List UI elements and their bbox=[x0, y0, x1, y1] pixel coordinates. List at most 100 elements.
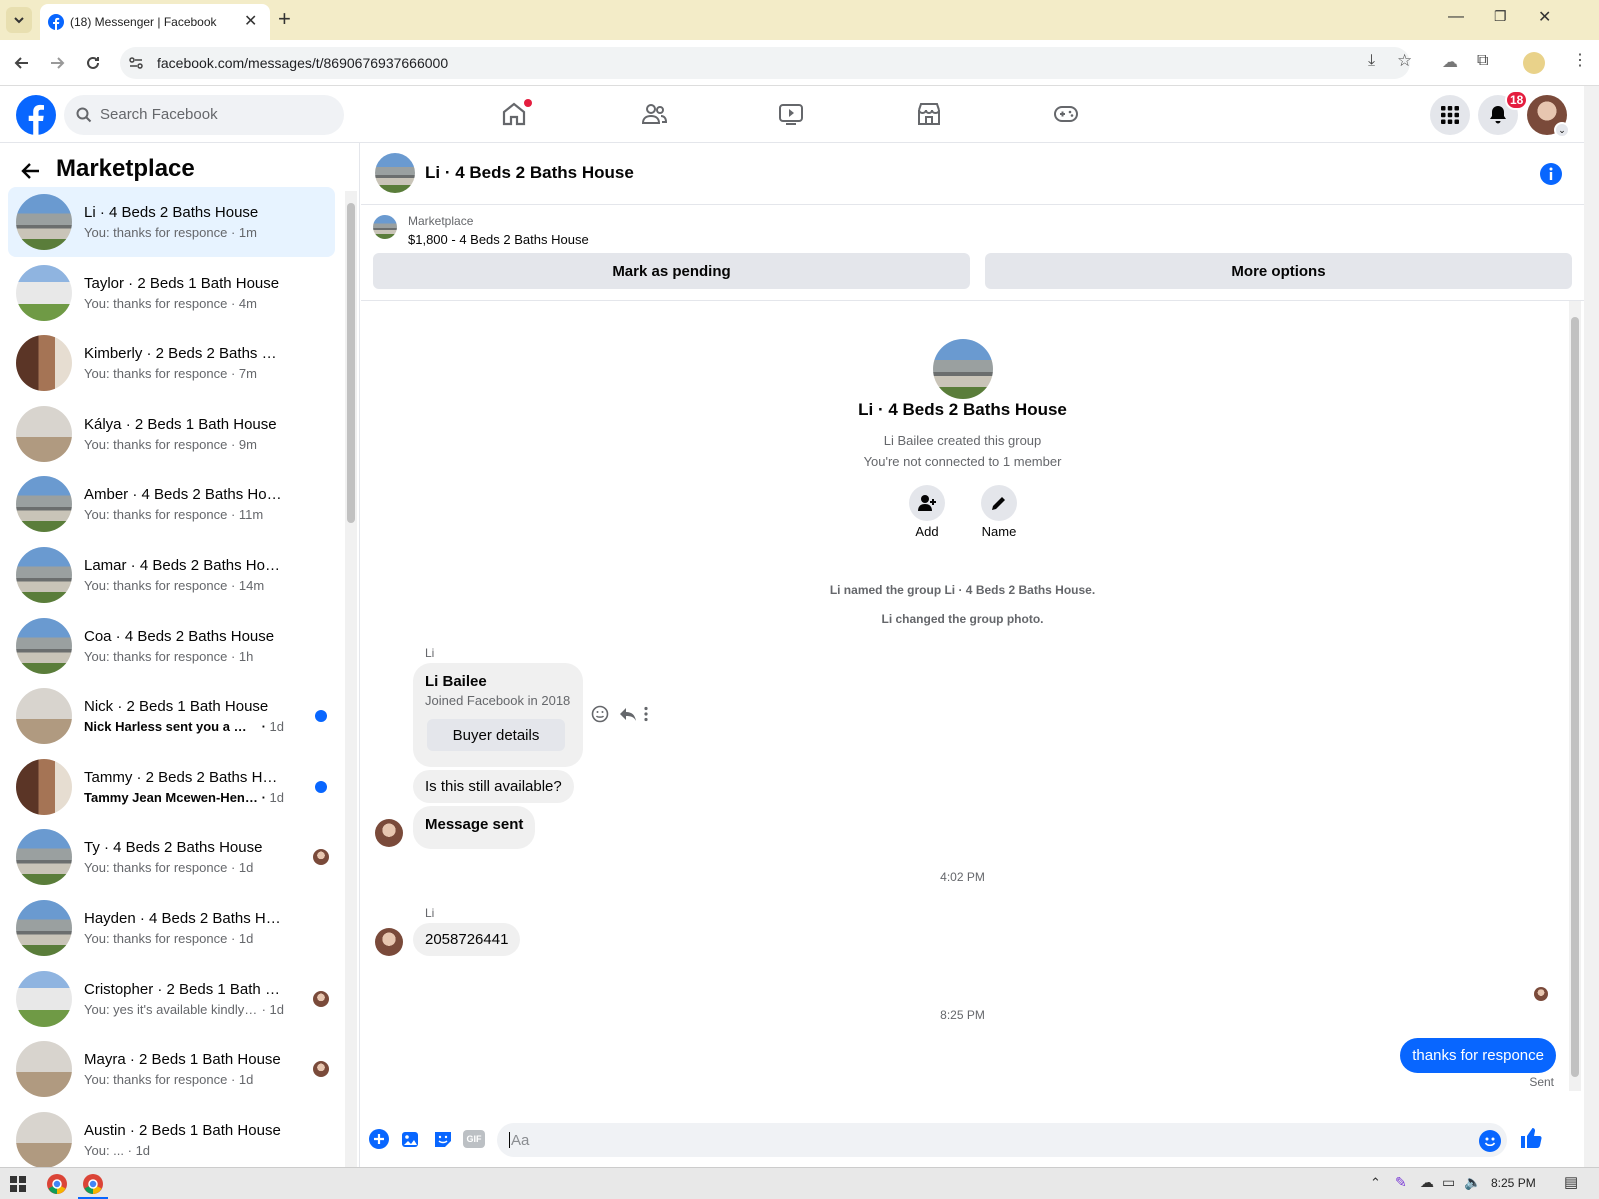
group-avatar[interactable] bbox=[933, 339, 993, 399]
conversation-item[interactable]: Lamar · 4 Beds 2 Baths House You: thanks … bbox=[8, 540, 335, 610]
conversation-item[interactable]: Coa · 4 Beds 2 Baths House You: thanks fo… bbox=[8, 611, 335, 681]
facebook-logo-icon[interactable] bbox=[16, 95, 56, 135]
conversation-item[interactable]: Tammy · 2 Beds 2 Baths House Tammy Jean M… bbox=[8, 752, 335, 822]
facebook-favicon-icon bbox=[48, 14, 64, 30]
list-scrollbar[interactable] bbox=[345, 191, 357, 1167]
tray-volume-icon[interactable]: 🔈 bbox=[1464, 1174, 1481, 1191]
chat-title[interactable]: Li · 4 Beds 2 Baths House bbox=[425, 163, 634, 183]
restore-button[interactable]: ❐ bbox=[1494, 8, 1507, 25]
conversation-item[interactable]: Kályа · 2 Beds 1 Bath House You: thanks f… bbox=[8, 399, 335, 469]
minimize-button[interactable]: — bbox=[1448, 8, 1464, 26]
message-input[interactable]: Aa bbox=[497, 1123, 1507, 1157]
mark-as-pending-button[interactable]: Mark as pending bbox=[373, 253, 970, 289]
thread-scrollbar[interactable] bbox=[1569, 301, 1581, 1091]
conversation-item[interactable]: Mayra · 2 Beds 1 Bath House You: thanks f… bbox=[8, 1034, 335, 1104]
nav-home[interactable] bbox=[500, 99, 532, 130]
chrome-taskbar-icon[interactable] bbox=[47, 1174, 67, 1194]
reply-icon[interactable] bbox=[619, 705, 637, 723]
more-options-button[interactable]: More options bbox=[985, 253, 1572, 289]
name-group-button[interactable] bbox=[981, 485, 1017, 521]
my-message-bubble[interactable]: thanks for responce bbox=[1400, 1038, 1556, 1073]
listing-thumbnail-image bbox=[16, 194, 72, 250]
system-message-rename: Li named the group Li · 4 Beds 2 Baths H… bbox=[829, 583, 1096, 597]
video-icon[interactable] bbox=[777, 100, 805, 128]
conversation-item[interactable]: Hayden · 4 Beds 2 Baths House You: thanks… bbox=[8, 893, 335, 963]
back-arrow-icon[interactable] bbox=[20, 160, 42, 182]
conversation-item[interactable]: Taylor · 2 Beds 1 Bath House You: thanks … bbox=[8, 258, 335, 328]
chrome-taskbar-icon-2[interactable] bbox=[83, 1174, 103, 1194]
friends-icon[interactable] bbox=[640, 100, 668, 128]
conversation-item[interactable]: Nick · 2 Beds 1 Bath House Nick Harless s… bbox=[8, 681, 335, 751]
add-person-icon bbox=[918, 495, 936, 511]
extensions-puzzle-icon[interactable]: ⧉ bbox=[1477, 52, 1488, 70]
listing-title[interactable]: $1,800 - 4 Beds 2 Baths House bbox=[408, 232, 589, 247]
browser-menu-icon[interactable]: ⋮ bbox=[1572, 50, 1588, 70]
profile-icon[interactable] bbox=[1523, 52, 1545, 74]
listing-bar: Marketplace $1,800 - 4 Beds 2 Baths Hous… bbox=[361, 205, 1584, 301]
gaming-icon[interactable] bbox=[1052, 100, 1080, 128]
facebook-search-box[interactable]: Search Facebook bbox=[64, 95, 344, 135]
group-name: Li · 4 Beds 2 Baths House bbox=[858, 400, 1067, 419]
reload-button[interactable] bbox=[79, 49, 107, 77]
chat-avatar[interactable] bbox=[375, 153, 415, 193]
conversation-text: Tammy · 2 Beds 2 Baths House Tammy Jean M… bbox=[84, 769, 284, 805]
back-button[interactable] bbox=[8, 49, 36, 77]
close-window-button[interactable]: ✕ bbox=[1538, 7, 1551, 27]
site-settings-icon[interactable] bbox=[128, 55, 144, 71]
thumbs-up-icon[interactable] bbox=[1519, 1126, 1543, 1150]
windows-start-icon[interactable] bbox=[10, 1176, 26, 1192]
extension-cloud-icon[interactable]: ☁ bbox=[1442, 52, 1458, 72]
react-emoji-icon[interactable] bbox=[591, 705, 609, 723]
message-sent-bubble[interactable]: Message sent bbox=[413, 806, 536, 849]
conversation-item[interactable]: Kimberly · 2 Beds 2 Baths House You: than… bbox=[8, 328, 335, 398]
conversation-time: 1d bbox=[135, 1142, 151, 1158]
page-scrollbar[interactable] bbox=[1584, 86, 1599, 1167]
separator-dot: · bbox=[227, 860, 239, 876]
account-chevron-icon[interactable]: ⌄ bbox=[1554, 122, 1570, 138]
tab-search-button[interactable] bbox=[6, 7, 32, 33]
buyer-joined: Joined Facebook in 2018 bbox=[425, 693, 571, 708]
bookmark-star-icon[interactable]: ☆ bbox=[1397, 51, 1412, 71]
conversation-item[interactable]: Cristopher · 2 Beds 1 Bath Ho... You: yes… bbox=[8, 964, 335, 1034]
more-actions-icon[interactable] bbox=[637, 705, 655, 723]
thread-scrollbar-thumb[interactable] bbox=[1571, 317, 1579, 1077]
gif-icon[interactable]: GIF bbox=[463, 1130, 485, 1148]
address-bar[interactable]: facebook.com/messages/t/8690676937666000… bbox=[120, 47, 1412, 79]
list-scrollbar-thumb[interactable] bbox=[347, 203, 355, 523]
forward-button[interactable] bbox=[43, 49, 71, 77]
notification-center-icon[interactable]: ▤ bbox=[1564, 1173, 1578, 1191]
conversation-item[interactable]: Li · 4 Beds 2 Baths House You: thanks for… bbox=[8, 187, 335, 257]
add-member-button[interactable] bbox=[909, 485, 945, 521]
tray-pen-icon[interactable]: ✎ bbox=[1395, 1174, 1407, 1191]
info-icon[interactable] bbox=[1540, 163, 1562, 185]
plus-circle-icon[interactable] bbox=[369, 1129, 389, 1149]
marketplace-icon[interactable] bbox=[915, 100, 943, 128]
buyer-details-button[interactable]: Buyer details bbox=[427, 719, 565, 751]
install-app-icon[interactable]: ⤓ bbox=[1368, 52, 1375, 70]
tray-chevron-icon[interactable]: ⌃ bbox=[1370, 1175, 1381, 1191]
conversation-item[interactable]: Amber · 4 Beds 2 Baths House You: thanks … bbox=[8, 469, 335, 539]
close-tab-icon[interactable]: ✕ bbox=[244, 11, 257, 31]
system-clock[interactable]: 8:25 PM bbox=[1491, 1176, 1536, 1190]
phone-message-bubble[interactable]: 2058726441 bbox=[413, 923, 521, 956]
new-tab-button[interactable]: + bbox=[278, 6, 291, 32]
emoji-icon[interactable] bbox=[1479, 1130, 1501, 1152]
conversation-item[interactable]: Ty · 4 Beds 2 Baths House You: thanks for… bbox=[8, 822, 335, 892]
conversation-text: Lamar · 4 Beds 2 Baths House You: thanks … bbox=[84, 557, 284, 593]
conversation-preview: You: thanks for responce bbox=[84, 860, 228, 876]
photo-icon[interactable] bbox=[401, 1129, 421, 1149]
listing-thumbnail[interactable] bbox=[373, 215, 397, 239]
sticker-icon[interactable] bbox=[433, 1129, 453, 1149]
buyer-name[interactable]: Li Bailee bbox=[425, 673, 487, 690]
message-bubble[interactable]: Is this still available? bbox=[413, 770, 574, 803]
conversation-text: Hayden · 4 Beds 2 Baths House You: thanks… bbox=[84, 910, 284, 946]
listing-thumbnail-image bbox=[16, 970, 72, 1027]
tray-cloud-icon[interactable]: ☁ bbox=[1420, 1174, 1434, 1191]
sender-avatar-2[interactable] bbox=[375, 928, 403, 956]
menu-button[interactable] bbox=[1430, 95, 1470, 135]
tray-network-icon[interactable]: ▭ bbox=[1442, 1174, 1455, 1191]
tab-messenger[interactable]: (18) Messenger | Facebook ✕ bbox=[40, 4, 270, 40]
conversation-item[interactable]: Austin · 2 Beds 1 Bath House You: ... · 1… bbox=[8, 1105, 335, 1167]
sender-avatar[interactable] bbox=[375, 819, 403, 847]
tab-title: (18) Messenger | Facebook bbox=[70, 15, 217, 29]
